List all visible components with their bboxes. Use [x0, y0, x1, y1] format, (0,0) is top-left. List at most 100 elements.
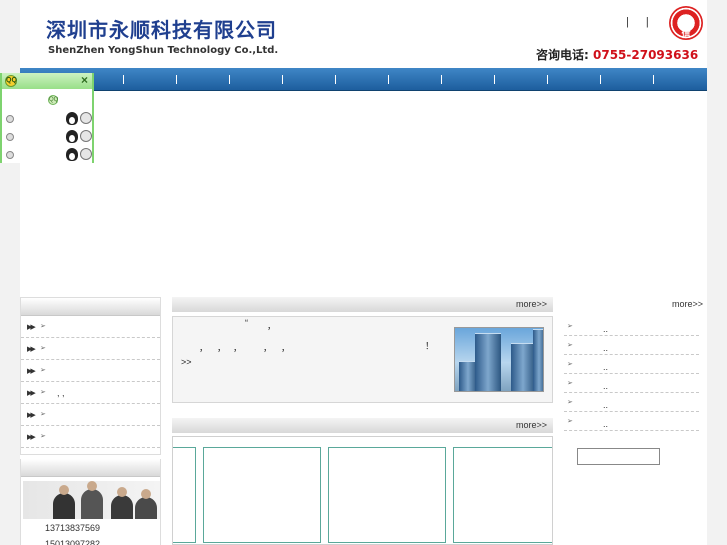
news-title: ..: [603, 324, 609, 334]
nav-separator: [494, 75, 495, 84]
arrow-icon: ➢: [567, 418, 573, 425]
nav-separator: [335, 75, 336, 84]
seal-text: 诚信: [681, 16, 691, 39]
hotline-label: 咨询电话:: [536, 48, 589, 62]
about-text-mark: ，: [217, 343, 227, 353]
arrow-icon: ➢: [40, 323, 46, 330]
category-item[interactable]: ▶▶ ➢: [21, 316, 160, 338]
products-showcase: [172, 436, 553, 545]
about-box: “ ， ， ， ， ， ， ！ >>: [172, 316, 553, 403]
news-header: more>>: [564, 297, 707, 312]
nav-separator: [441, 75, 442, 84]
skyscraper-image: [454, 327, 544, 392]
nav-separator: [123, 75, 124, 84]
news-item[interactable]: ➢ ..: [564, 356, 699, 374]
building: [511, 343, 535, 391]
main-nav: [20, 68, 707, 91]
page: 深圳市永顺科技有限公司 ShenZhen YongShun Technology…: [0, 0, 727, 545]
penguin-icon[interactable]: [66, 130, 78, 143]
arrow-icon: ➢: [40, 367, 46, 374]
chat-face-icon[interactable]: [80, 148, 92, 160]
building: [475, 333, 501, 391]
products-more-link[interactable]: more>>: [516, 420, 547, 430]
news-item[interactable]: ➢ ..: [564, 337, 699, 355]
product-card[interactable]: [453, 447, 552, 543]
close-icon[interactable]: ×: [81, 73, 88, 87]
news-item[interactable]: ➢ ..: [564, 375, 699, 393]
chat-face-icon[interactable]: [80, 130, 92, 142]
hotline: 咨询电话: 0755-27093636: [536, 46, 698, 63]
page-wrapper: 深圳市永顺科技有限公司 ShenZhen YongShun Technology…: [20, 0, 707, 545]
arrow-icon: ➢: [567, 342, 573, 349]
double-arrow-icon: ▶▶: [27, 346, 36, 353]
about-text-mark: ，: [263, 343, 273, 353]
news-title: ..: [603, 381, 609, 391]
hotline-number: 0755-27093636: [593, 48, 699, 62]
double-arrow-icon: ▶▶: [27, 324, 36, 331]
qq-service-panel: QQ × QQ: [0, 73, 94, 163]
news-title: ..: [603, 343, 609, 353]
nav-separator: [176, 75, 177, 84]
chat-face-icon[interactable]: [80, 112, 92, 124]
qq-panel-header: QQ ×: [2, 73, 92, 89]
news-title: ..: [603, 362, 609, 372]
about-read-more[interactable]: >>: [181, 357, 192, 367]
qq-contact-row[interactable]: [2, 130, 92, 144]
about-more-link[interactable]: more>>: [516, 299, 547, 309]
arrow-icon: ➢: [40, 389, 46, 396]
person-silhouette: [111, 495, 133, 519]
person-head: [59, 485, 69, 495]
qq-contact-row[interactable]: [2, 112, 92, 126]
about-header: more>>: [172, 297, 553, 312]
nav-separator: [229, 75, 230, 84]
category-item[interactable]: ▶▶ ➢: [21, 360, 160, 382]
product-category-header: [21, 298, 160, 316]
news-item[interactable]: ➢ ..: [564, 394, 699, 412]
company-name-en: ShenZhen YongShun Technology Co.,Ltd.: [48, 45, 279, 56]
product-card[interactable]: [203, 447, 321, 543]
about-text-mark: “: [245, 318, 248, 328]
bullet-icon: [6, 115, 14, 123]
person-head: [141, 489, 151, 499]
double-arrow-icon: ▶▶: [27, 390, 36, 397]
double-arrow-icon: ▶▶: [27, 434, 36, 441]
category-item[interactable]: ▶▶ ➢: [21, 338, 160, 360]
product-card[interactable]: [328, 447, 446, 543]
header: 深圳市永顺科技有限公司 ShenZhen YongShun Technology…: [20, 0, 707, 68]
qq-contact-row[interactable]: [2, 148, 92, 162]
person-head: [87, 481, 97, 491]
category-item[interactable]: ▶▶ ➢: [21, 426, 160, 448]
business-people-image: [23, 481, 160, 519]
news-more-link[interactable]: more>>: [672, 299, 703, 309]
nav-separator: [653, 75, 654, 84]
top-link-separator: |: [626, 16, 629, 28]
arrow-icon: ➢: [40, 411, 46, 418]
person-silhouette: [81, 489, 103, 519]
qq-online-icon: QQ: [48, 95, 59, 105]
contact-phone-1: 13713837569: [45, 523, 101, 533]
penguin-icon[interactable]: [66, 148, 78, 161]
category-item[interactable]: ▶▶ ➢: [21, 404, 160, 426]
search-input[interactable]: [577, 448, 660, 465]
about-text-mark: ！: [425, 341, 435, 351]
penguin-icon[interactable]: [66, 112, 78, 125]
category-label: , ,: [57, 388, 65, 398]
arrow-icon: ➢: [40, 433, 46, 440]
category-item[interactable]: ▶▶ ➢ , ,: [21, 382, 160, 404]
product-card[interactable]: [173, 447, 196, 543]
nav-separator: [600, 75, 601, 84]
nav-separator: [388, 75, 389, 84]
about-text-mark: ，: [267, 321, 277, 331]
company-name-cn[interactable]: 深圳市永顺科技有限公司: [46, 14, 277, 43]
news-item[interactable]: ➢ ..: [564, 413, 699, 431]
double-arrow-icon: ▶▶: [27, 412, 36, 419]
bullet-icon: [6, 151, 14, 159]
nav-separator: [282, 75, 283, 84]
arrow-icon: ➢: [567, 380, 573, 387]
person-silhouette: [135, 497, 157, 519]
news-item[interactable]: ➢ ..: [564, 318, 699, 336]
qq-logo-icon: QQ: [5, 75, 17, 87]
top-link-separator: |: [645, 16, 649, 28]
about-text-mark: ，: [199, 343, 209, 353]
person-head: [117, 487, 127, 497]
